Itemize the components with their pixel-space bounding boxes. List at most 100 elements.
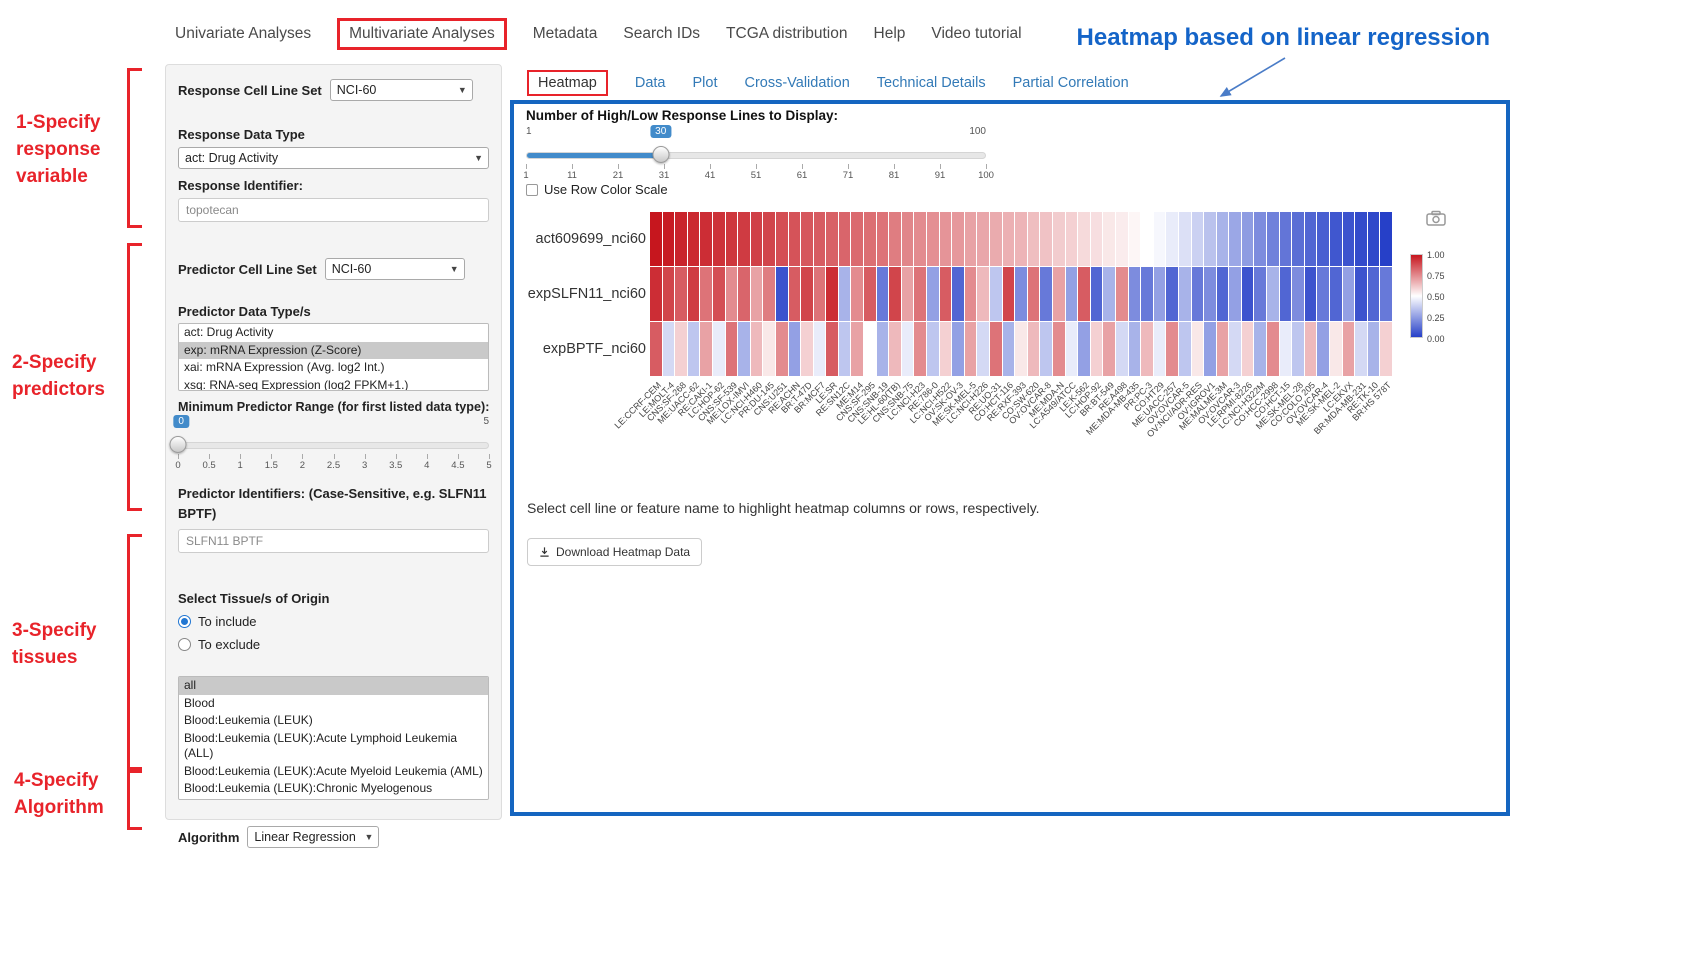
- download-heatmap-data-button[interactable]: Download Heatmap Data: [527, 538, 702, 566]
- heatmap-cell[interactable]: [1368, 267, 1380, 321]
- heatmap-cell[interactable]: [1066, 212, 1078, 266]
- heatmap-cell[interactable]: [713, 267, 725, 321]
- heatmap-cell[interactable]: [990, 267, 1002, 321]
- heatmap-cell[interactable]: [965, 322, 977, 376]
- heatmap-cell[interactable]: [688, 212, 700, 266]
- heatmap-cell[interactable]: [1368, 322, 1380, 376]
- heatmap-cell[interactable]: [1141, 267, 1153, 321]
- heatmap-cell[interactable]: [902, 322, 914, 376]
- heatmap-cell[interactable]: [1280, 212, 1292, 266]
- heatmap-cell[interactable]: [1380, 267, 1392, 321]
- tissue-exclude-radio[interactable]: [178, 638, 191, 651]
- heatmap-cell[interactable]: [1267, 322, 1279, 376]
- heatmap-cell[interactable]: [1204, 322, 1216, 376]
- heatmap-cell[interactable]: [738, 212, 750, 266]
- tab-cross-validation[interactable]: Cross-Validation: [744, 75, 849, 91]
- heatmap-cell[interactable]: [1003, 322, 1015, 376]
- heatmap-cell[interactable]: [801, 267, 813, 321]
- heatmap-cell[interactable]: [839, 267, 851, 321]
- heatmap-cell[interactable]: [1053, 267, 1065, 321]
- heatmap-cell[interactable]: [1343, 212, 1355, 266]
- heatmap-cell[interactable]: [839, 212, 851, 266]
- predictor-identifiers-input[interactable]: [178, 529, 489, 553]
- heatmap-cell[interactable]: [1192, 212, 1204, 266]
- heatmap-cell[interactable]: [751, 267, 763, 321]
- heatmap-cell[interactable]: [927, 322, 939, 376]
- heatmap-cell[interactable]: [1166, 322, 1178, 376]
- heatmap-cell[interactable]: [801, 322, 813, 376]
- heatmap-cell[interactable]: [1103, 212, 1115, 266]
- heatmap-cell[interactable]: [814, 267, 826, 321]
- nav-item-video-tutorial[interactable]: Video tutorial: [931, 25, 1021, 43]
- heatmap-cell[interactable]: [1166, 267, 1178, 321]
- heatmap-cell[interactable]: [1380, 212, 1392, 266]
- lines-slider-handle[interactable]: [652, 146, 669, 163]
- min-predictor-range-slider[interactable]: 0 5 00.511.522.533.544.55: [178, 416, 489, 474]
- heatmap-cell[interactable]: [1091, 267, 1103, 321]
- nav-item-tcga-distribution[interactable]: TCGA distribution: [726, 25, 847, 43]
- tissue-option[interactable]: Blood:Leukemia (LEUK):Chronic Myelogenou…: [179, 780, 488, 800]
- heatmap-cell[interactable]: [1154, 212, 1166, 266]
- heatmap-cell[interactable]: [688, 322, 700, 376]
- heatmap-cell[interactable]: [713, 322, 725, 376]
- heatmap-cell[interactable]: [1129, 212, 1141, 266]
- tab-data[interactable]: Data: [635, 75, 666, 91]
- lines-slider-track[interactable]: [526, 152, 986, 159]
- heatmap-cell[interactable]: [1204, 267, 1216, 321]
- heatmap-cell[interactable]: [789, 212, 801, 266]
- heatmap-cell[interactable]: [1254, 267, 1266, 321]
- heatmap-cell[interactable]: [650, 322, 662, 376]
- heatmap-cell[interactable]: [826, 212, 838, 266]
- heatmap-cell[interactable]: [726, 267, 738, 321]
- heatmap-cell[interactable]: [1204, 212, 1216, 266]
- heatmap-cell[interactable]: [700, 212, 712, 266]
- heatmap-cell[interactable]: [1015, 267, 1027, 321]
- heatmap-cell[interactable]: [965, 267, 977, 321]
- heatmap-cell[interactable]: [801, 212, 813, 266]
- heatmap-cell[interactable]: [751, 212, 763, 266]
- heatmap-cell[interactable]: [1317, 267, 1329, 321]
- heatmap-cell[interactable]: [1116, 212, 1128, 266]
- heatmap-cell[interactable]: [851, 267, 863, 321]
- heatmap-cell[interactable]: [1078, 267, 1090, 321]
- heatmap-cell[interactable]: [914, 322, 926, 376]
- row-color-scale-checkbox[interactable]: [526, 184, 538, 196]
- heatmap-cell[interactable]: [851, 212, 863, 266]
- heatmap-cell[interactable]: [1368, 212, 1380, 266]
- heatmap-cell[interactable]: [1305, 267, 1317, 321]
- heatmap-cell[interactable]: [1003, 267, 1015, 321]
- heatmap-cell[interactable]: [763, 322, 775, 376]
- heatmap-cell[interactable]: [977, 267, 989, 321]
- tab-plot[interactable]: Plot: [692, 75, 717, 91]
- heatmap-cell[interactable]: [1242, 212, 1254, 266]
- heatmap-cell[interactable]: [826, 322, 838, 376]
- heatmap-cell[interactable]: [1280, 322, 1292, 376]
- nav-item-search-ids[interactable]: Search IDs: [623, 25, 700, 43]
- heatmap-cell[interactable]: [1066, 322, 1078, 376]
- heatmap-cell[interactable]: [1166, 212, 1178, 266]
- heatmap-cell[interactable]: [1355, 322, 1367, 376]
- tissue-include-radio[interactable]: [178, 615, 191, 628]
- heatmap-cell[interactable]: [1028, 212, 1040, 266]
- heatmap-cell[interactable]: [1040, 212, 1052, 266]
- tissue-option[interactable]: Blood:Leukemia (LEUK): [179, 712, 488, 730]
- heatmap-cell[interactable]: [965, 212, 977, 266]
- nav-item-metadata[interactable]: Metadata: [533, 25, 598, 43]
- heatmap-cell[interactable]: [663, 212, 675, 266]
- tab-partial-correlation[interactable]: Partial Correlation: [1013, 75, 1129, 91]
- heatmap-cell[interactable]: [675, 322, 687, 376]
- heatmap-cell[interactable]: [663, 322, 675, 376]
- heatmap-cell[interactable]: [650, 267, 662, 321]
- heatmap-cell[interactable]: [1330, 267, 1342, 321]
- heatmap-cell[interactable]: [914, 267, 926, 321]
- heatmap-cell[interactable]: [877, 267, 889, 321]
- heatmap-cell[interactable]: [1141, 212, 1153, 266]
- heatmap-cell[interactable]: [889, 212, 901, 266]
- heatmap-row-label[interactable]: act609699_nci60: [536, 212, 646, 266]
- heatmap-cell[interactable]: [1028, 322, 1040, 376]
- tab-technical-details[interactable]: Technical Details: [877, 75, 986, 91]
- heatmap-cell[interactable]: [990, 322, 1002, 376]
- heatmap-cell[interactable]: [864, 322, 876, 376]
- heatmap-cell[interactable]: [1116, 267, 1128, 321]
- heatmap-cell[interactable]: [1267, 212, 1279, 266]
